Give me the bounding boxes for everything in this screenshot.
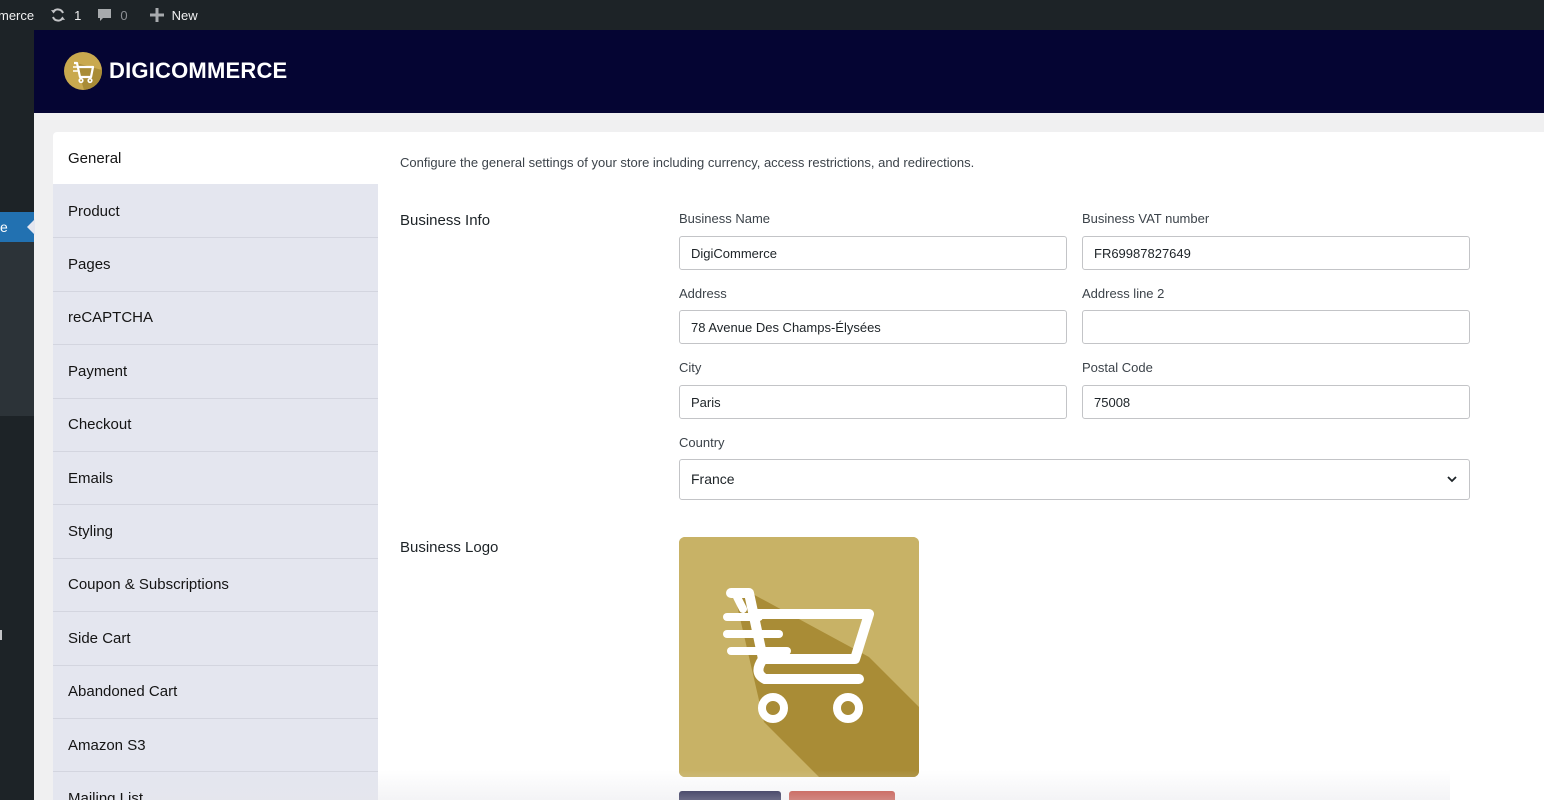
shopping-cart-icon	[679, 537, 919, 777]
tab-pages[interactable]: Pages	[53, 238, 378, 292]
business-info-title: Business Info	[400, 212, 491, 229]
address2-input[interactable]	[1082, 310, 1470, 344]
updates-count: 1	[74, 7, 82, 23]
new-label: New	[171, 7, 198, 23]
vat-input[interactable]	[1082, 236, 1470, 270]
wp-menu-current-item[interactable]: e	[0, 212, 35, 242]
plugin-header: DIGICOMMERCE	[34, 30, 1544, 113]
business-logo-preview[interactable]	[679, 537, 919, 777]
page-description: Configure the general settings of your s…	[400, 155, 975, 170]
comment-icon	[98, 8, 112, 21]
address-input[interactable]	[679, 310, 1067, 344]
chevron-down-icon	[1447, 476, 1457, 483]
tab-label: Coupon & Subscriptions	[68, 576, 229, 594]
wp-submenu	[0, 214, 34, 416]
tab-mailing-list[interactable]: Mailing List	[53, 772, 378, 800]
tab-styling[interactable]: Styling	[53, 505, 378, 559]
tab-product[interactable]: Product	[53, 185, 378, 239]
shopping-cart-icon	[73, 61, 102, 90]
tab-side-cart[interactable]: Side Cart	[53, 612, 378, 666]
country-label: Country	[679, 435, 725, 450]
tab-recaptcha[interactable]: reCAPTCHA	[53, 292, 378, 346]
admin-bar-new[interactable]: New	[149, 0, 198, 30]
vat-label: Business VAT number	[1082, 211, 1210, 226]
current-arrow	[27, 219, 35, 235]
tab-general[interactable]: General	[53, 132, 378, 185]
country-select[interactable]: France	[679, 459, 1470, 500]
tab-label: reCAPTCHA	[68, 309, 154, 327]
plus-icon	[149, 8, 164, 22]
tab-amazon-s3[interactable]: Amazon S3	[53, 719, 378, 773]
upload-logo-button[interactable]	[679, 791, 781, 800]
tab-label: Styling	[68, 523, 114, 541]
remove-logo-button[interactable]	[789, 791, 895, 800]
business-name-label: Business Name	[679, 211, 771, 226]
brand-logo	[64, 52, 102, 90]
address-label: Address	[679, 286, 727, 301]
admin-bar: merce 1 0 New	[0, 0, 1544, 30]
tab-label: Product	[68, 202, 120, 220]
admin-bar-updates[interactable]: 1	[50, 0, 81, 30]
tab-coupon-subscriptions[interactable]: Coupon & Subscriptions	[53, 559, 378, 613]
postal-code-input[interactable]	[1082, 385, 1470, 419]
tab-label: Abandoned Cart	[68, 683, 178, 701]
tab-label: Pages	[68, 256, 111, 274]
business-logo-title: Business Logo	[400, 539, 499, 556]
tab-label: Checkout	[68, 416, 132, 434]
business-name-input[interactable]	[679, 236, 1067, 270]
wp-admin-menu: e	[0, 30, 35, 800]
comments-count: 0	[120, 7, 128, 23]
city-label: City	[679, 360, 702, 375]
city-input[interactable]	[679, 385, 1067, 419]
menu-marker	[0, 630, 2, 640]
tab-label: Mailing List	[68, 789, 144, 800]
refresh-icon	[51, 8, 66, 22]
settings-tabs: General Product Pages reCAPTCHA Payment …	[53, 132, 378, 800]
tab-label: General	[68, 149, 122, 167]
tab-label: Payment	[68, 362, 128, 380]
wp-menu-current-label: e	[0, 219, 8, 235]
postal-code-label: Postal Code	[1082, 360, 1153, 375]
site-name: merce	[0, 7, 35, 23]
tab-emails[interactable]: Emails	[53, 452, 378, 506]
tab-payment[interactable]: Payment	[53, 345, 378, 399]
tab-label: Amazon S3	[68, 736, 146, 754]
tab-checkout[interactable]: Checkout	[53, 399, 378, 452]
brand-name: DIGICOMMERCE	[109, 58, 288, 83]
tab-abandoned-cart[interactable]: Abandoned Cart	[53, 666, 378, 719]
admin-bar-comments[interactable]: 0	[97, 0, 128, 30]
tab-label: Side Cart	[68, 629, 131, 647]
tab-label: Emails	[68, 469, 114, 487]
admin-bar-site-link[interactable]: merce	[0, 0, 34, 30]
address2-label: Address line 2	[1082, 286, 1165, 301]
country-select-value: France	[691, 471, 735, 487]
